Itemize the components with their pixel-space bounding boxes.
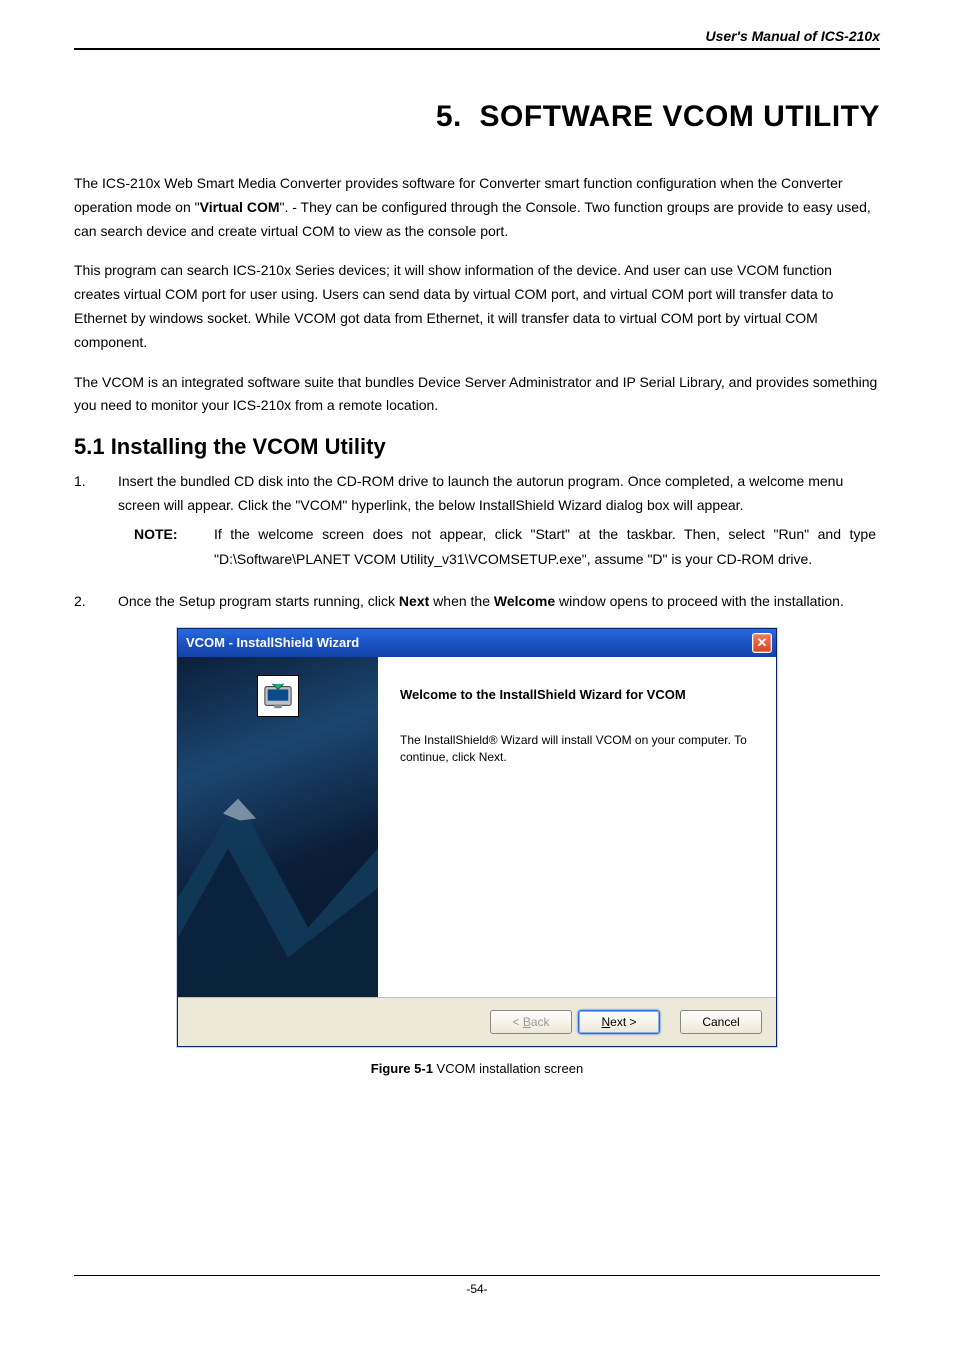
step-1: 1. Insert the bundled CD disk into the C… [74, 470, 880, 518]
text: Once the Setup program starts running, c… [118, 593, 399, 609]
intro-paragraph-1: The ICS-210x Web Smart Media Converter p… [74, 172, 880, 243]
intro-paragraph-2: This program can search ICS-210x Series … [74, 259, 880, 354]
titlebar-text: VCOM - InstallShield Wizard [186, 635, 359, 650]
note-label: NOTE: [134, 522, 214, 572]
mountain-graphic [178, 759, 378, 997]
next-button[interactable]: Next > [578, 1010, 660, 1034]
intro-paragraph-3: The VCOM is an integrated software suite… [74, 371, 880, 419]
step-2: 2. Once the Setup program starts running… [74, 590, 880, 614]
wizard-body-text: The InstallShield® Wizard will install V… [400, 732, 754, 766]
bold-text: Welcome [494, 593, 555, 609]
wizard-main-panel: Welcome to the InstallShield Wizard for … [378, 657, 776, 997]
button-label: < Back [512, 1015, 549, 1029]
wizard-sidebar-image [178, 657, 378, 997]
note-body: If the welcome screen does not appear, c… [214, 522, 880, 572]
page-header: User's Manual of ICS-210x [74, 28, 880, 50]
step-body: Once the Setup program starts running, c… [118, 590, 880, 614]
section-title: 5.1 Installing the VCOM Utility [74, 434, 880, 460]
step-number: 1. [74, 470, 118, 518]
wizard-heading: Welcome to the InstallShield Wizard for … [400, 687, 754, 702]
installshield-wizard-dialog: VCOM - InstallShield Wizard ✕ [177, 628, 777, 1047]
cancel-button[interactable]: Cancel [680, 1010, 762, 1034]
back-button: < Back [490, 1010, 572, 1034]
step-number: 2. [74, 590, 118, 614]
button-label: Cancel [702, 1015, 739, 1029]
bold-text: Next [399, 593, 429, 609]
text: when the [429, 593, 494, 609]
caption-bold: Figure 5-1 [371, 1061, 433, 1076]
note-row: NOTE: If the welcome screen does not app… [134, 522, 880, 572]
chapter-title: 5. SOFTWARE VCOM UTILITY [74, 100, 880, 134]
text: window opens to proceed with the install… [555, 593, 844, 609]
wizard-button-row: < Back Next > Cancel [178, 997, 776, 1046]
page-footer: -54- [74, 1275, 880, 1296]
button-label: Next > [601, 1015, 636, 1029]
figure-caption: Figure 5-1 VCOM installation screen [74, 1061, 880, 1076]
caption-text: VCOM installation screen [433, 1061, 583, 1076]
page-number: -54- [466, 1282, 487, 1296]
bold-text: Virtual COM [200, 199, 280, 215]
step-body: Insert the bundled CD disk into the CD-R… [118, 470, 880, 518]
close-icon: ✕ [757, 636, 768, 649]
titlebar[interactable]: VCOM - InstallShield Wizard ✕ [178, 629, 776, 657]
close-button[interactable]: ✕ [752, 633, 772, 653]
installer-icon [257, 675, 299, 717]
